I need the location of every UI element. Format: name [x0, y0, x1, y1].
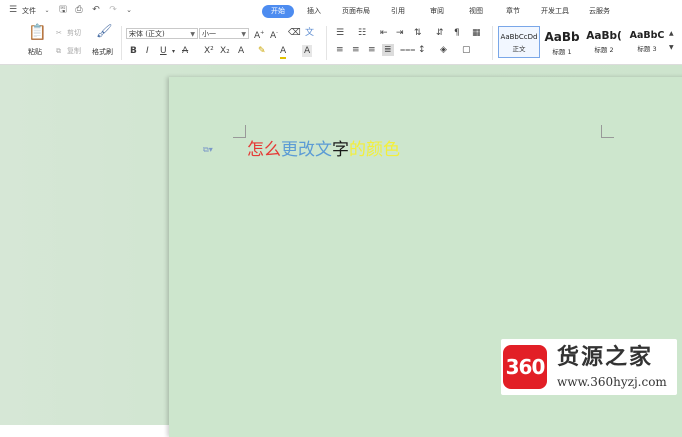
font-size-select[interactable]: 小一 ▼: [199, 28, 249, 39]
style-normal[interactable]: AaBbCcDd 正文: [498, 26, 540, 58]
underline-icon[interactable]: U: [160, 45, 167, 57]
copy-icon[interactable]: ⧉: [56, 46, 61, 56]
tab-developer-tools[interactable]: 开发工具: [541, 5, 569, 17]
shrink-font-icon[interactable]: A-: [270, 27, 278, 42]
format-painter-icon[interactable]: 🖌: [96, 25, 113, 38]
text-run-yellow: 的颜色: [349, 140, 400, 160]
cut-button[interactable]: 剪切: [67, 28, 81, 38]
paste-icon[interactable]: 📋: [28, 25, 47, 40]
style-heading-1[interactable]: AaBb 标题 1: [542, 26, 582, 58]
styles-scroll-down-icon[interactable]: ▼: [669, 42, 674, 54]
style-name: 标题 1: [552, 48, 572, 56]
shading-icon[interactable]: ◈: [440, 44, 447, 56]
site-watermark: 360 货源之家 www.360hyzj.com: [501, 339, 677, 395]
table-tools-icon[interactable]: ▦: [472, 27, 481, 39]
tab-chapter[interactable]: 章节: [506, 5, 520, 17]
bullets-icon[interactable]: ☰: [336, 27, 344, 39]
document-text-line[interactable]: 怎么更改文字的颜色: [247, 139, 400, 161]
redo-icon[interactable]: ↷: [108, 5, 118, 16]
file-menu[interactable]: 文件: [22, 5, 36, 17]
style-preview: AaBbC: [629, 30, 665, 41]
customize-toolbar-icon[interactable]: ⌄: [124, 5, 134, 16]
style-name: 标题 2: [594, 46, 614, 54]
style-name: 标题 3: [637, 45, 657, 53]
tab-insert[interactable]: 插入: [307, 5, 321, 17]
chevron-down-icon[interactable]: ▾: [172, 46, 175, 58]
borders-icon[interactable]: ▢: [462, 44, 471, 56]
show-marks-icon[interactable]: ¶: [454, 27, 460, 39]
style-heading-3[interactable]: AaBbC 标题 3: [626, 26, 668, 58]
tab-start[interactable]: 开始: [262, 5, 294, 18]
font-name-value: 宋体 (正文): [129, 30, 165, 38]
paste-button[interactable]: 粘贴: [28, 47, 42, 57]
print-icon[interactable]: ⎙: [74, 5, 84, 16]
copy-button[interactable]: 复制: [67, 46, 81, 56]
text-run-black: 字: [332, 140, 349, 160]
numbering-icon[interactable]: ☷: [358, 27, 366, 39]
char-shading-icon[interactable]: A: [302, 45, 313, 57]
strikethrough-icon[interactable]: A: [182, 45, 188, 57]
chinese-layout-icon[interactable]: ⇅: [414, 27, 422, 39]
phonetic-guide-icon[interactable]: 文: [305, 27, 314, 39]
align-center-icon[interactable]: ≡: [352, 44, 360, 56]
divider: [492, 26, 493, 60]
divider: [326, 26, 327, 60]
ribbon: 📋 粘贴 ✂ 剪切 ⧉ 复制 🖌 格式刷 宋体 (正文) ▼ 小一 ▼ A+ A…: [0, 22, 682, 65]
tab-page-layout[interactable]: 页面布局: [342, 5, 370, 17]
style-heading-2[interactable]: AaBb( 标题 2: [584, 26, 624, 58]
cut-icon[interactable]: ✂: [56, 28, 62, 38]
margin-corner-mark: [601, 125, 614, 138]
superscript-icon[interactable]: X²: [204, 45, 214, 57]
distributed-icon[interactable]: ⩶: [400, 44, 415, 56]
format-painter-button[interactable]: 格式刷: [92, 47, 113, 57]
styles-scroll-up-icon[interactable]: ▲: [669, 28, 674, 40]
text-run-blue: 更改文: [281, 140, 332, 160]
margin-corner-mark: [233, 125, 246, 138]
align-right-icon[interactable]: ≡: [368, 44, 376, 56]
grow-font-icon[interactable]: A+: [254, 27, 264, 42]
justify-icon[interactable]: ≣: [382, 44, 394, 56]
chevron-down-icon: ▼: [241, 31, 246, 38]
sort-icon[interactable]: ⇵: [436, 27, 444, 39]
site-url: www.360hyzj.com: [557, 375, 667, 389]
bold-icon[interactable]: B: [130, 45, 137, 57]
file-menu-chevron-icon[interactable]: ⌄: [42, 5, 52, 16]
subscript-icon[interactable]: X₂: [220, 45, 230, 57]
font-name-select[interactable]: 宋体 (正文) ▼: [126, 28, 198, 39]
line-spacing-icon[interactable]: ↕: [418, 44, 426, 56]
style-preview: AaBb(: [586, 30, 622, 42]
style-preview: AaBbCcDd: [500, 33, 538, 41]
site-logo: 360: [503, 345, 547, 389]
italic-icon[interactable]: I: [146, 45, 149, 57]
site-title: 货源之家: [557, 345, 654, 370]
font-size-value: 小一: [202, 30, 216, 38]
tab-cloud-service[interactable]: 云服务: [589, 5, 610, 17]
save-icon[interactable]: 🖫: [58, 5, 68, 16]
menu-bar: ☰ 文件 ⌄ 🖫 ⎙ ↶ ↷ ⌄ 开始 插入 页面布局 引用 审阅 视图 章节 …: [0, 0, 682, 23]
text-effect-icon[interactable]: A: [238, 45, 244, 57]
tab-view[interactable]: 视图: [469, 5, 483, 17]
highlight-icon[interactable]: ✎: [258, 45, 266, 57]
hamburger-menu-icon[interactable]: ☰: [8, 5, 18, 16]
decrease-indent-icon[interactable]: ⇤: [380, 27, 388, 39]
divider: [121, 26, 122, 60]
paragraph-handle-icon[interactable]: ⧉▾: [203, 145, 213, 155]
align-left-icon[interactable]: ≡: [336, 44, 344, 56]
tab-references[interactable]: 引用: [391, 5, 405, 17]
clear-format-icon[interactable]: ⌫: [288, 27, 301, 39]
text-run-red: 怎么: [247, 140, 281, 160]
style-preview: AaBb: [544, 30, 580, 44]
increase-indent-icon[interactable]: ⇥: [396, 27, 404, 39]
font-color-icon[interactable]: A: [280, 45, 287, 59]
chevron-down-icon: ▼: [190, 31, 195, 38]
style-name: 正文: [512, 45, 526, 53]
tab-review[interactable]: 审阅: [430, 5, 444, 17]
undo-icon[interactable]: ↶: [91, 5, 101, 16]
